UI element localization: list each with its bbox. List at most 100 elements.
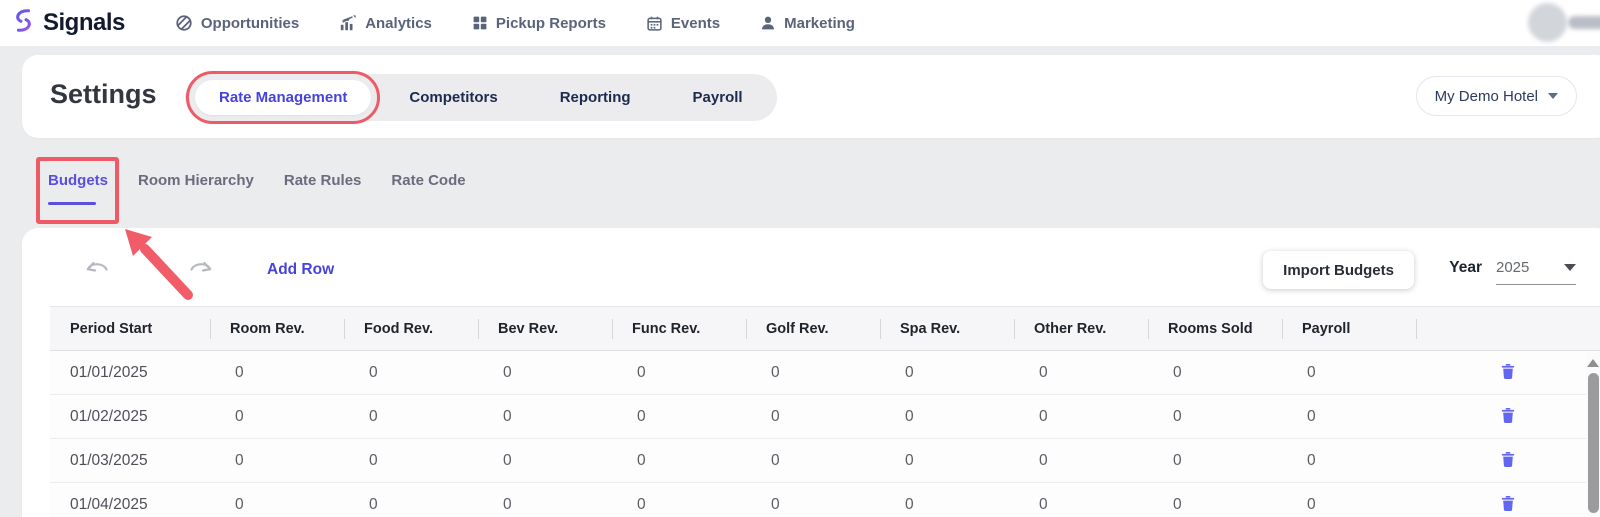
period-start-cell: 01/04/2025 <box>50 483 210 517</box>
subtab-underline-placeholder <box>284 202 362 205</box>
nav-item-marketing[interactable]: Marketing <box>760 15 855 32</box>
pickup-reports-icon <box>472 15 488 31</box>
value-cell[interactable]: 0 <box>1282 351 1416 395</box>
value-cell[interactable]: 0 <box>210 483 344 517</box>
value-cell[interactable]: 0 <box>1014 483 1148 517</box>
value-cell[interactable]: 0 <box>1148 351 1282 395</box>
undo-button[interactable] <box>84 257 110 280</box>
value-cell[interactable]: 0 <box>478 395 612 439</box>
nav-item-events[interactable]: Events <box>646 15 720 32</box>
column-header-other-rev: Other Rev. <box>1014 307 1148 351</box>
table-row: 01/03/2025000000000 <box>50 439 1600 483</box>
analytics-icon <box>339 14 357 32</box>
value-cell[interactable]: 0 <box>210 439 344 483</box>
settings-tab-group: Rate Management Competitors Reporting Pa… <box>185 74 777 121</box>
vertical-scrollbar[interactable] <box>1586 352 1600 517</box>
column-header-payroll: Payroll <box>1282 307 1416 351</box>
value-cell[interactable]: 0 <box>478 439 612 483</box>
delete-row-button[interactable] <box>1496 449 1520 473</box>
subtab-budgets[interactable]: Budgets <box>48 172 108 205</box>
rate-management-subtabs: Budgets Room Hierarchy Rate Rules Rate C… <box>48 172 466 205</box>
redo-button[interactable] <box>188 257 214 280</box>
trash-icon <box>1500 500 1516 515</box>
column-header-func-rev: Func Rev. <box>612 307 746 351</box>
import-budgets-button[interactable]: Import Budgets <box>1263 251 1414 289</box>
tab-rate-management[interactable]: Rate Management <box>195 80 371 115</box>
subtab-room-hierarchy[interactable]: Room Hierarchy <box>138 172 254 205</box>
trash-icon <box>1500 368 1516 383</box>
add-row-button[interactable]: Add Row <box>267 261 334 279</box>
subtab-rate-rules[interactable]: Rate Rules <box>284 172 362 205</box>
value-cell[interactable]: 0 <box>1148 395 1282 439</box>
year-select[interactable]: 2025 <box>1496 259 1576 285</box>
tab-reporting[interactable]: Reporting <box>536 80 655 115</box>
column-header-room-rev: Room Rev. <box>210 307 344 351</box>
scroll-up-arrow-icon[interactable] <box>1587 359 1599 367</box>
value-cell[interactable]: 0 <box>880 439 1014 483</box>
tab-payroll[interactable]: Payroll <box>669 80 767 115</box>
value-cell[interactable]: 0 <box>1282 483 1416 517</box>
value-cell[interactable]: 0 <box>344 439 478 483</box>
nav-label: Marketing <box>784 15 855 32</box>
year-control: Year 2025 <box>1449 259 1576 285</box>
value-cell[interactable]: 0 <box>344 483 478 517</box>
value-cell[interactable]: 0 <box>1282 395 1416 439</box>
delete-row-button[interactable] <box>1496 361 1520 385</box>
row-actions-cell <box>1416 395 1600 439</box>
chevron-down-icon <box>1548 93 1558 99</box>
value-cell[interactable]: 0 <box>746 483 880 517</box>
table-row: 01/04/2025000000000 <box>50 483 1600 517</box>
value-cell[interactable]: 0 <box>612 483 746 517</box>
hotel-selector-value: My Demo Hotel <box>1435 88 1538 105</box>
hotel-selector-dropdown[interactable]: My Demo Hotel <box>1416 76 1577 116</box>
value-cell[interactable]: 0 <box>612 351 746 395</box>
subtab-rate-code[interactable]: Rate Code <box>391 172 465 205</box>
value-cell[interactable]: 0 <box>1282 439 1416 483</box>
value-cell[interactable]: 0 <box>1014 351 1148 395</box>
nav-label: Opportunities <box>201 15 299 32</box>
value-cell[interactable]: 0 <box>746 351 880 395</box>
row-actions-cell <box>1416 439 1600 483</box>
scrollbar-thumb[interactable] <box>1588 373 1599 513</box>
nav-item-opportunities[interactable]: Opportunities <box>175 14 299 32</box>
nav-item-pickup-reports[interactable]: Pickup Reports <box>472 15 606 32</box>
subtab-underline-placeholder <box>391 202 465 205</box>
value-cell[interactable]: 0 <box>746 395 880 439</box>
table-row: 01/02/2025000000000 <box>50 395 1600 439</box>
nav-item-analytics[interactable]: Analytics <box>339 14 432 32</box>
value-cell[interactable]: 0 <box>344 351 478 395</box>
value-cell[interactable]: 0 <box>880 395 1014 439</box>
column-header-spa-rev: Spa Rev. <box>880 307 1014 351</box>
events-icon <box>646 15 663 32</box>
value-cell[interactable]: 0 <box>880 351 1014 395</box>
value-cell[interactable]: 0 <box>210 395 344 439</box>
page-title: Settings <box>50 79 157 110</box>
value-cell[interactable]: 0 <box>1148 439 1282 483</box>
nav-label: Pickup Reports <box>496 15 606 32</box>
signals-swirl-icon <box>10 7 37 39</box>
delete-row-button[interactable] <box>1496 405 1520 429</box>
period-start-cell: 01/01/2025 <box>50 351 210 395</box>
value-cell[interactable]: 0 <box>612 439 746 483</box>
value-cell[interactable]: 0 <box>1014 439 1148 483</box>
budgets-grid: Period StartRoom Rev.Food Rev.Bev Rev.Fu… <box>50 306 1600 517</box>
value-cell[interactable]: 0 <box>1148 483 1282 517</box>
value-cell[interactable]: 0 <box>478 351 612 395</box>
user-avatar[interactable] <box>1528 3 1567 42</box>
value-cell[interactable]: 0 <box>478 483 612 517</box>
brand-logo[interactable]: Signals <box>10 7 125 39</box>
year-label: Year <box>1449 259 1482 277</box>
trash-icon <box>1500 412 1516 427</box>
active-subtab-underline <box>48 202 96 205</box>
delete-row-button[interactable] <box>1496 493 1520 517</box>
chevron-down-icon <box>1564 264 1576 271</box>
value-cell[interactable]: 0 <box>746 439 880 483</box>
value-cell[interactable]: 0 <box>880 483 1014 517</box>
tab-competitors[interactable]: Competitors <box>385 80 521 115</box>
value-cell[interactable]: 0 <box>344 395 478 439</box>
subtab-label: Rate Code <box>391 172 465 189</box>
subtab-label: Rate Rules <box>284 172 362 189</box>
value-cell[interactable]: 0 <box>210 351 344 395</box>
value-cell[interactable]: 0 <box>612 395 746 439</box>
value-cell[interactable]: 0 <box>1014 395 1148 439</box>
